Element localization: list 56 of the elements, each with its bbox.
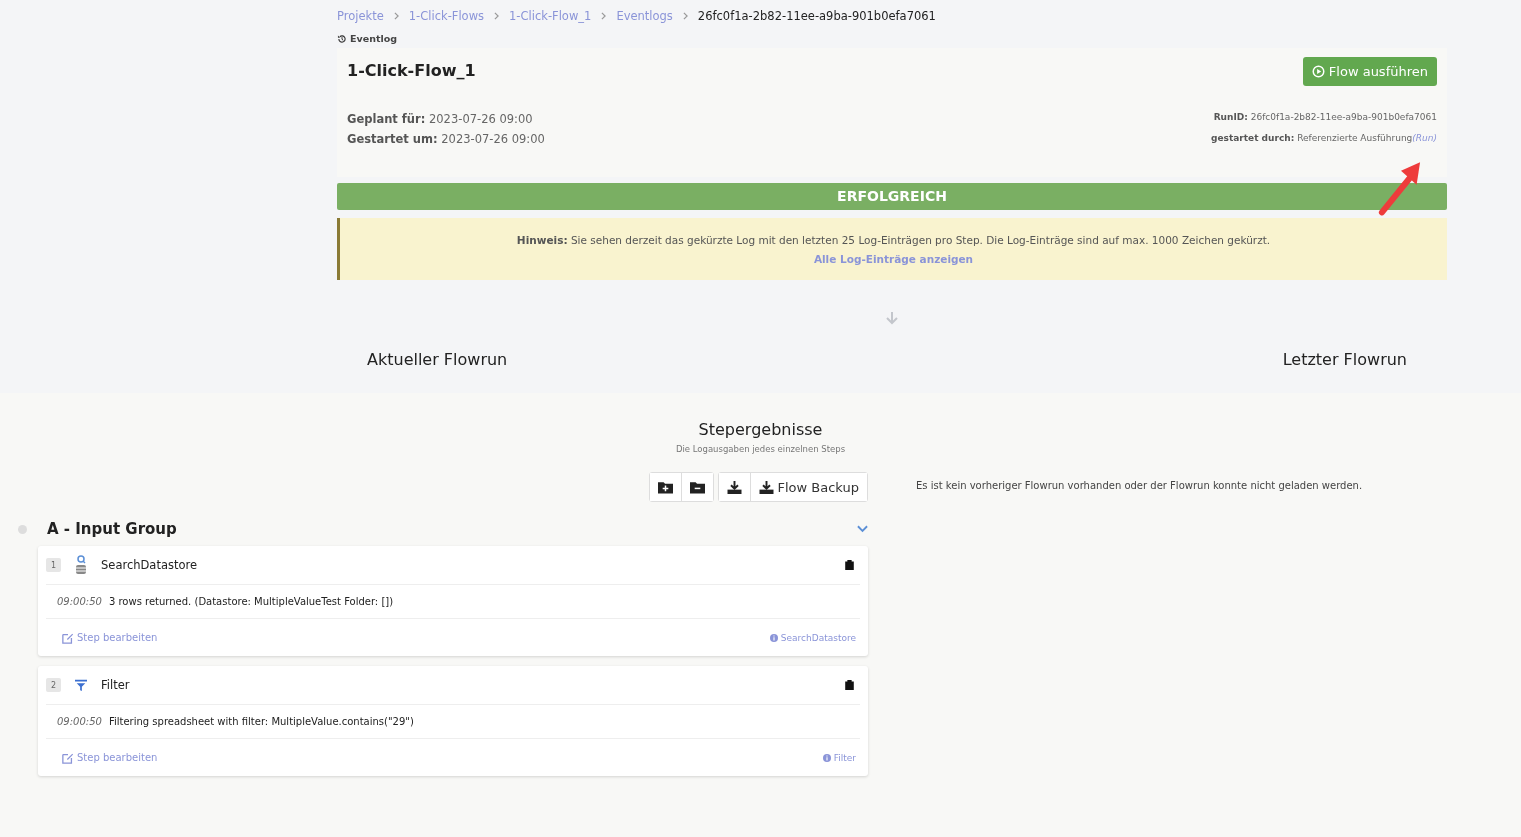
- notice-text: Hinweis: Sie sehen derzeit das gekürzte Log mit den letzten 25 Log-Einträgen pro Step. Die Log-Einträge sind auf max. 1000 Zeichen gekürzt.: [516, 233, 1271, 246]
- group-name: A - Input Group: [47, 520, 178, 538]
- clipboard-icon[interactable]: [845, 680, 854, 690]
- step-name: SearchDatastore: [101, 558, 199, 572]
- breadcrumb-link[interactable]: 1-Click-Flow_1: [509, 8, 592, 23]
- edit-icon: [62, 631, 74, 644]
- detail-text: Geplant für: 2023-07-26 09:00: [347, 112, 534, 126]
- log-message: Filtering spreadsheet with filter: MultipleValue.contains("29"): [108, 716, 414, 727]
- expand-all-button[interactable]: [649, 473, 682, 501]
- log-time: 09:00:50: [57, 596, 102, 607]
- arrow-down-icon: [884, 310, 900, 326]
- log-time: 09:00:50: [57, 716, 102, 727]
- folder-minus-icon: [689, 480, 705, 494]
- column-heading: Aktueller Flowrun: [367, 350, 508, 369]
- breadcrumb-current: 26fc0f1a-2b82-11ee-a9ba-901b0efa7061: [697, 8, 936, 23]
- download-icon: [758, 480, 774, 494]
- run-flow-button[interactable]: Flow ausführen: [1302, 57, 1437, 86]
- edit-icon: [62, 751, 74, 764]
- chevron-icon: [601, 11, 607, 20]
- step-number: 1: [46, 558, 61, 572]
- log-message: 3 rows returned. (Datastore: MultipleValueTest Folder: []): [108, 596, 394, 607]
- folder-plus-icon: [657, 480, 673, 494]
- empty-message: Es ist kein vorheriger Flowrun vorhanden oder der Flowrun konnte nicht geladen werden.: [916, 480, 1363, 491]
- show-all-logs-link[interactable]: Alle Log-Einträge anzeigen: [813, 252, 974, 265]
- flow-title: 1-Click-Flow_1: [347, 61, 476, 80]
- chevron-icon[interactable]: [857, 525, 868, 533]
- chevron-icon: [682, 11, 688, 20]
- results-subtitle: Die Logausgaben jedes einzelnen Steps: [675, 444, 846, 454]
- download-icon: [726, 480, 742, 494]
- download-button[interactable]: [718, 473, 751, 501]
- step-name: Filter: [101, 678, 131, 692]
- results-title: Stepergebnisse: [698, 420, 823, 439]
- info-icon: [822, 753, 831, 762]
- breadcrumb-link[interactable]: 1-Click-Flows: [408, 8, 485, 23]
- history-icon: [337, 33, 347, 44]
- step-info-link[interactable]: SearchDatastore: [769, 632, 856, 643]
- status-bar: ERFOLGREICH: [337, 183, 1447, 210]
- database-search-icon: [75, 555, 87, 575]
- group-dot-icon: [18, 524, 27, 534]
- run-note: (Run): [1412, 133, 1437, 143]
- edit-step-link[interactable]: Step bearbeiten: [62, 751, 158, 764]
- info-icon: [769, 633, 778, 642]
- chevron-icon: [393, 11, 399, 20]
- step-info-link[interactable]: Filter: [822, 752, 856, 763]
- clipboard-icon[interactable]: [845, 560, 854, 570]
- play-icon: [1311, 65, 1325, 78]
- section-label: Eventlog: [350, 33, 397, 44]
- chevron-icon: [494, 11, 500, 20]
- detail-text: Gestartet um: 2023-07-26 09:00: [347, 132, 545, 146]
- detail-text: RunID: 26fc0f1a-2b82-11ee-a9ba-901b0efa7061: [1213, 112, 1437, 122]
- column-heading: Letzter Flowrun: [1282, 350, 1407, 369]
- breadcrumb-link[interactable]: Projekte: [337, 8, 384, 23]
- edit-step-link[interactable]: Step bearbeiten: [62, 631, 158, 644]
- breadcrumb-link[interactable]: Eventlogs: [616, 8, 673, 23]
- step-number: 2: [46, 678, 61, 692]
- detail-text: gestartet durch: Referenzierte Ausführung: [1211, 133, 1413, 143]
